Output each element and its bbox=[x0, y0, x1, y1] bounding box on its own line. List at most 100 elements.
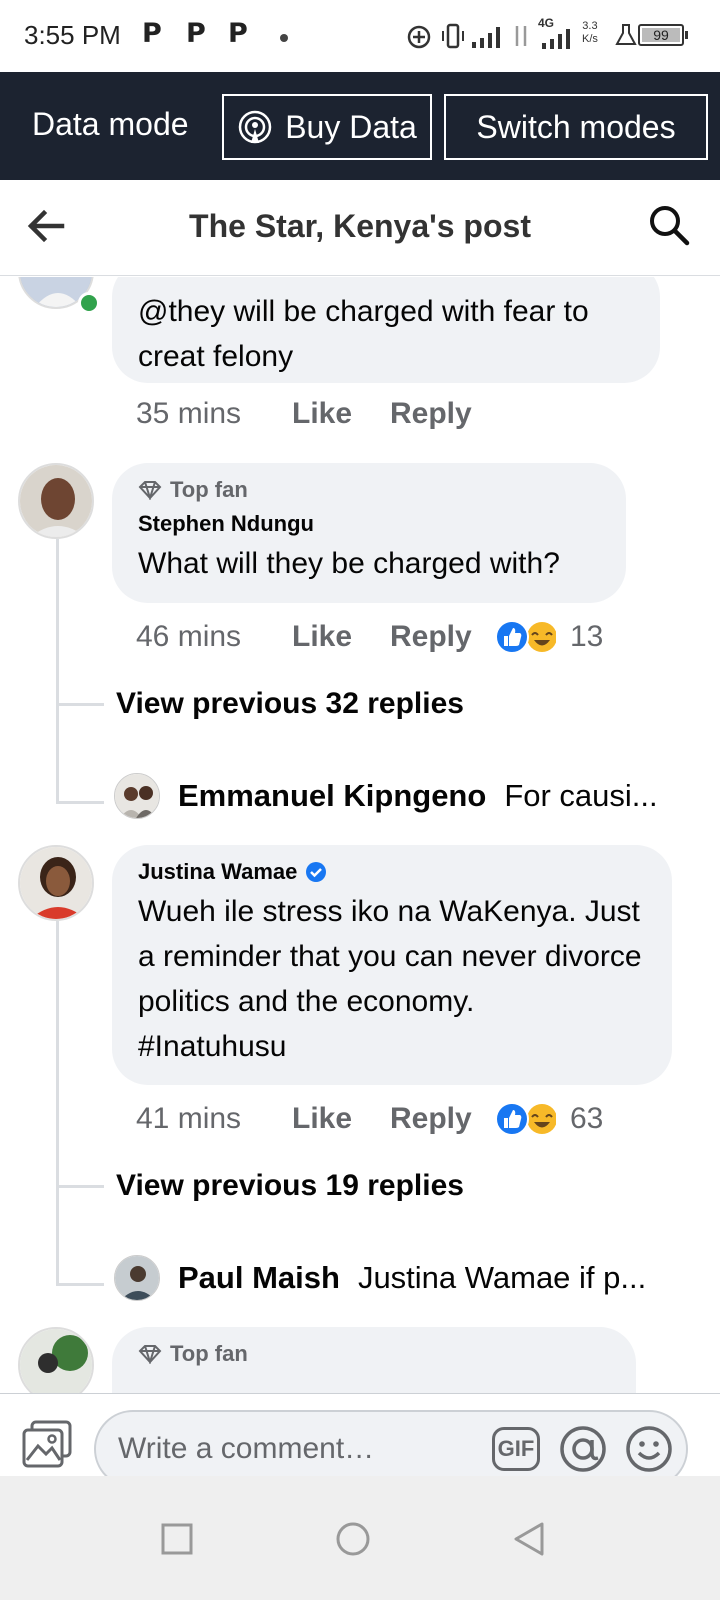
person-photo-icon bbox=[20, 465, 92, 537]
comment-bubble[interactable]: Top fan Stephen Ndungu What will they be… bbox=[112, 463, 626, 603]
avatar[interactable] bbox=[114, 773, 160, 819]
switch-modes-label: Switch modes bbox=[476, 108, 676, 145]
battery-icon: 99 bbox=[638, 24, 688, 46]
comment-time: 35 mins bbox=[136, 397, 242, 430]
author-name[interactable]: Justina Wamae bbox=[138, 859, 297, 885]
person-photo-icon bbox=[20, 847, 92, 919]
back-nav-icon[interactable] bbox=[512, 1522, 548, 1558]
net-speed-value: 3.3 bbox=[582, 20, 598, 32]
photo-icon[interactable] bbox=[22, 1420, 72, 1468]
like-button[interactable]: Like bbox=[292, 397, 390, 431]
comment-text: @they will be charged with fear to creat… bbox=[138, 295, 589, 373]
person-photo-icon bbox=[115, 774, 159, 818]
author-name[interactable]: Stephen Ndungu bbox=[138, 511, 314, 537]
broadcast-icon bbox=[238, 110, 272, 144]
comment-author[interactable]: Stephen Ndungu bbox=[138, 511, 600, 537]
person-photo-icon bbox=[115, 1256, 159, 1300]
reaction-icons bbox=[495, 1102, 556, 1136]
battery-level: 99 bbox=[653, 27, 669, 43]
emoji-icon[interactable] bbox=[624, 1424, 674, 1474]
reaction-summary[interactable]: 63 bbox=[494, 1101, 603, 1137]
thread-line bbox=[56, 921, 59, 1285]
home-icon[interactable] bbox=[334, 1522, 372, 1560]
mention-icon[interactable] bbox=[558, 1424, 608, 1474]
like-button[interactable]: Like bbox=[292, 620, 390, 654]
top-fan-label: Top fan bbox=[170, 1341, 248, 1366]
gif-button[interactable]: GIF bbox=[492, 1427, 540, 1471]
reply-author[interactable]: Paul Maish bbox=[178, 1260, 340, 1296]
diamond-icon bbox=[138, 1345, 162, 1364]
top-fan-label: Top fan bbox=[170, 477, 248, 502]
comment-placeholder: Write a comment… bbox=[118, 1432, 375, 1465]
status-time: 3:55 PM bbox=[24, 20, 121, 50]
comment-time: 46 mins bbox=[136, 620, 242, 653]
thread-branch bbox=[56, 1283, 104, 1286]
net-speed: 3.3 K/s bbox=[582, 20, 598, 46]
verified-badge-icon bbox=[306, 862, 327, 882]
notification-p-icon: P bbox=[142, 18, 162, 49]
page-title: The Star, Kenya's post bbox=[189, 208, 531, 244]
system-navigation-bar bbox=[0, 1476, 720, 1600]
reply-button[interactable]: Reply bbox=[390, 620, 494, 654]
reply-snippet: Justina Wamae if p... bbox=[357, 1260, 647, 1295]
thread-branch bbox=[56, 703, 104, 706]
reply-snippet: For causi... bbox=[504, 778, 658, 813]
thread-branch bbox=[56, 801, 104, 804]
person-photo-icon bbox=[20, 1329, 92, 1393]
avatar[interactable] bbox=[18, 463, 94, 539]
reply-button[interactable]: Reply bbox=[390, 397, 494, 431]
comment-bubble[interactable]: Justina Wamae Wueh ile stress iko na WaK… bbox=[112, 845, 672, 1085]
comment-composer: Write a comment… GIF bbox=[0, 1393, 720, 1488]
notification-p-icon: P bbox=[228, 18, 248, 49]
online-status-dot bbox=[78, 292, 100, 314]
comment-text: Wueh ile stress iko na WaKenya. Just a r… bbox=[138, 895, 642, 1018]
top-fan-badge: Top fan bbox=[138, 1341, 610, 1367]
data-saver-icon bbox=[407, 25, 431, 49]
comment-text: What will they be charged with? bbox=[138, 547, 560, 580]
thread-branch bbox=[56, 1185, 104, 1188]
reply-author[interactable]: Emmanuel Kipngeno bbox=[178, 778, 486, 814]
view-previous-replies-link[interactable]: View previous 19 replies bbox=[116, 1169, 464, 1203]
view-previous-replies-link[interactable]: View previous 32 replies bbox=[116, 687, 464, 721]
thread-line bbox=[56, 539, 59, 803]
comment-author[interactable]: Justina Wamae bbox=[138, 859, 646, 885]
vibrate-icon bbox=[442, 23, 464, 49]
reply-preview[interactable]: Emmanuel Kipngeno For causi... bbox=[114, 773, 658, 819]
comment-meta: 35 mins Like Reply bbox=[136, 397, 494, 431]
buy-data-button[interactable]: Buy Data bbox=[222, 94, 432, 160]
comment-meta: 41 mins Like Reply 63 bbox=[136, 1101, 603, 1137]
post-header: The Star, Kenya's post bbox=[0, 180, 720, 276]
comment-time: 41 mins bbox=[136, 1102, 242, 1135]
signal-2-icon bbox=[542, 29, 570, 49]
hashtag-link[interactable]: #Inatuhusu bbox=[138, 1024, 646, 1069]
comment-meta: 46 mins Like Reply 13 bbox=[136, 619, 603, 655]
recent-apps-icon[interactable] bbox=[160, 1522, 194, 1556]
like-button[interactable]: Like bbox=[292, 1102, 390, 1136]
reaction-count: 13 bbox=[570, 620, 604, 653]
data-mode-bar: Data mode Buy Data Switch modes bbox=[0, 72, 720, 180]
avatar[interactable] bbox=[18, 845, 94, 921]
net-speed-unit: K/s bbox=[582, 33, 598, 45]
reaction-count: 63 bbox=[570, 1102, 604, 1135]
reaction-icons bbox=[495, 620, 556, 654]
signal-1-icon bbox=[472, 27, 500, 48]
search-icon[interactable] bbox=[648, 204, 690, 246]
data-mode-label: Data mode bbox=[32, 106, 189, 142]
top-fan-badge: Top fan bbox=[138, 477, 600, 503]
reply-preview[interactable]: Paul Maish Justina Wamae if p... bbox=[114, 1255, 646, 1301]
status-bar: 3:55 PM P P P 4G 3.3 K/s 99 bbox=[0, 0, 720, 72]
switch-modes-button[interactable]: Switch modes bbox=[444, 94, 708, 160]
flask-icon bbox=[615, 24, 637, 45]
comment-bubble[interactable]: @they will be charged with fear to creat… bbox=[112, 277, 660, 383]
notification-p-icon: P bbox=[186, 18, 206, 49]
avatar[interactable] bbox=[18, 1327, 94, 1393]
avatar[interactable] bbox=[114, 1255, 160, 1301]
reaction-summary[interactable]: 13 bbox=[494, 619, 603, 655]
comments-feed[interactable]: @they will be charged with fear to creat… bbox=[0, 277, 720, 1393]
comment-bubble[interactable]: Top fan bbox=[112, 1327, 636, 1393]
more-notifications-dot-icon bbox=[280, 34, 288, 42]
diamond-icon bbox=[138, 481, 162, 500]
buy-data-label: Buy Data bbox=[285, 108, 417, 145]
reply-button[interactable]: Reply bbox=[390, 1102, 494, 1136]
data-arrows-icon bbox=[515, 26, 527, 46]
